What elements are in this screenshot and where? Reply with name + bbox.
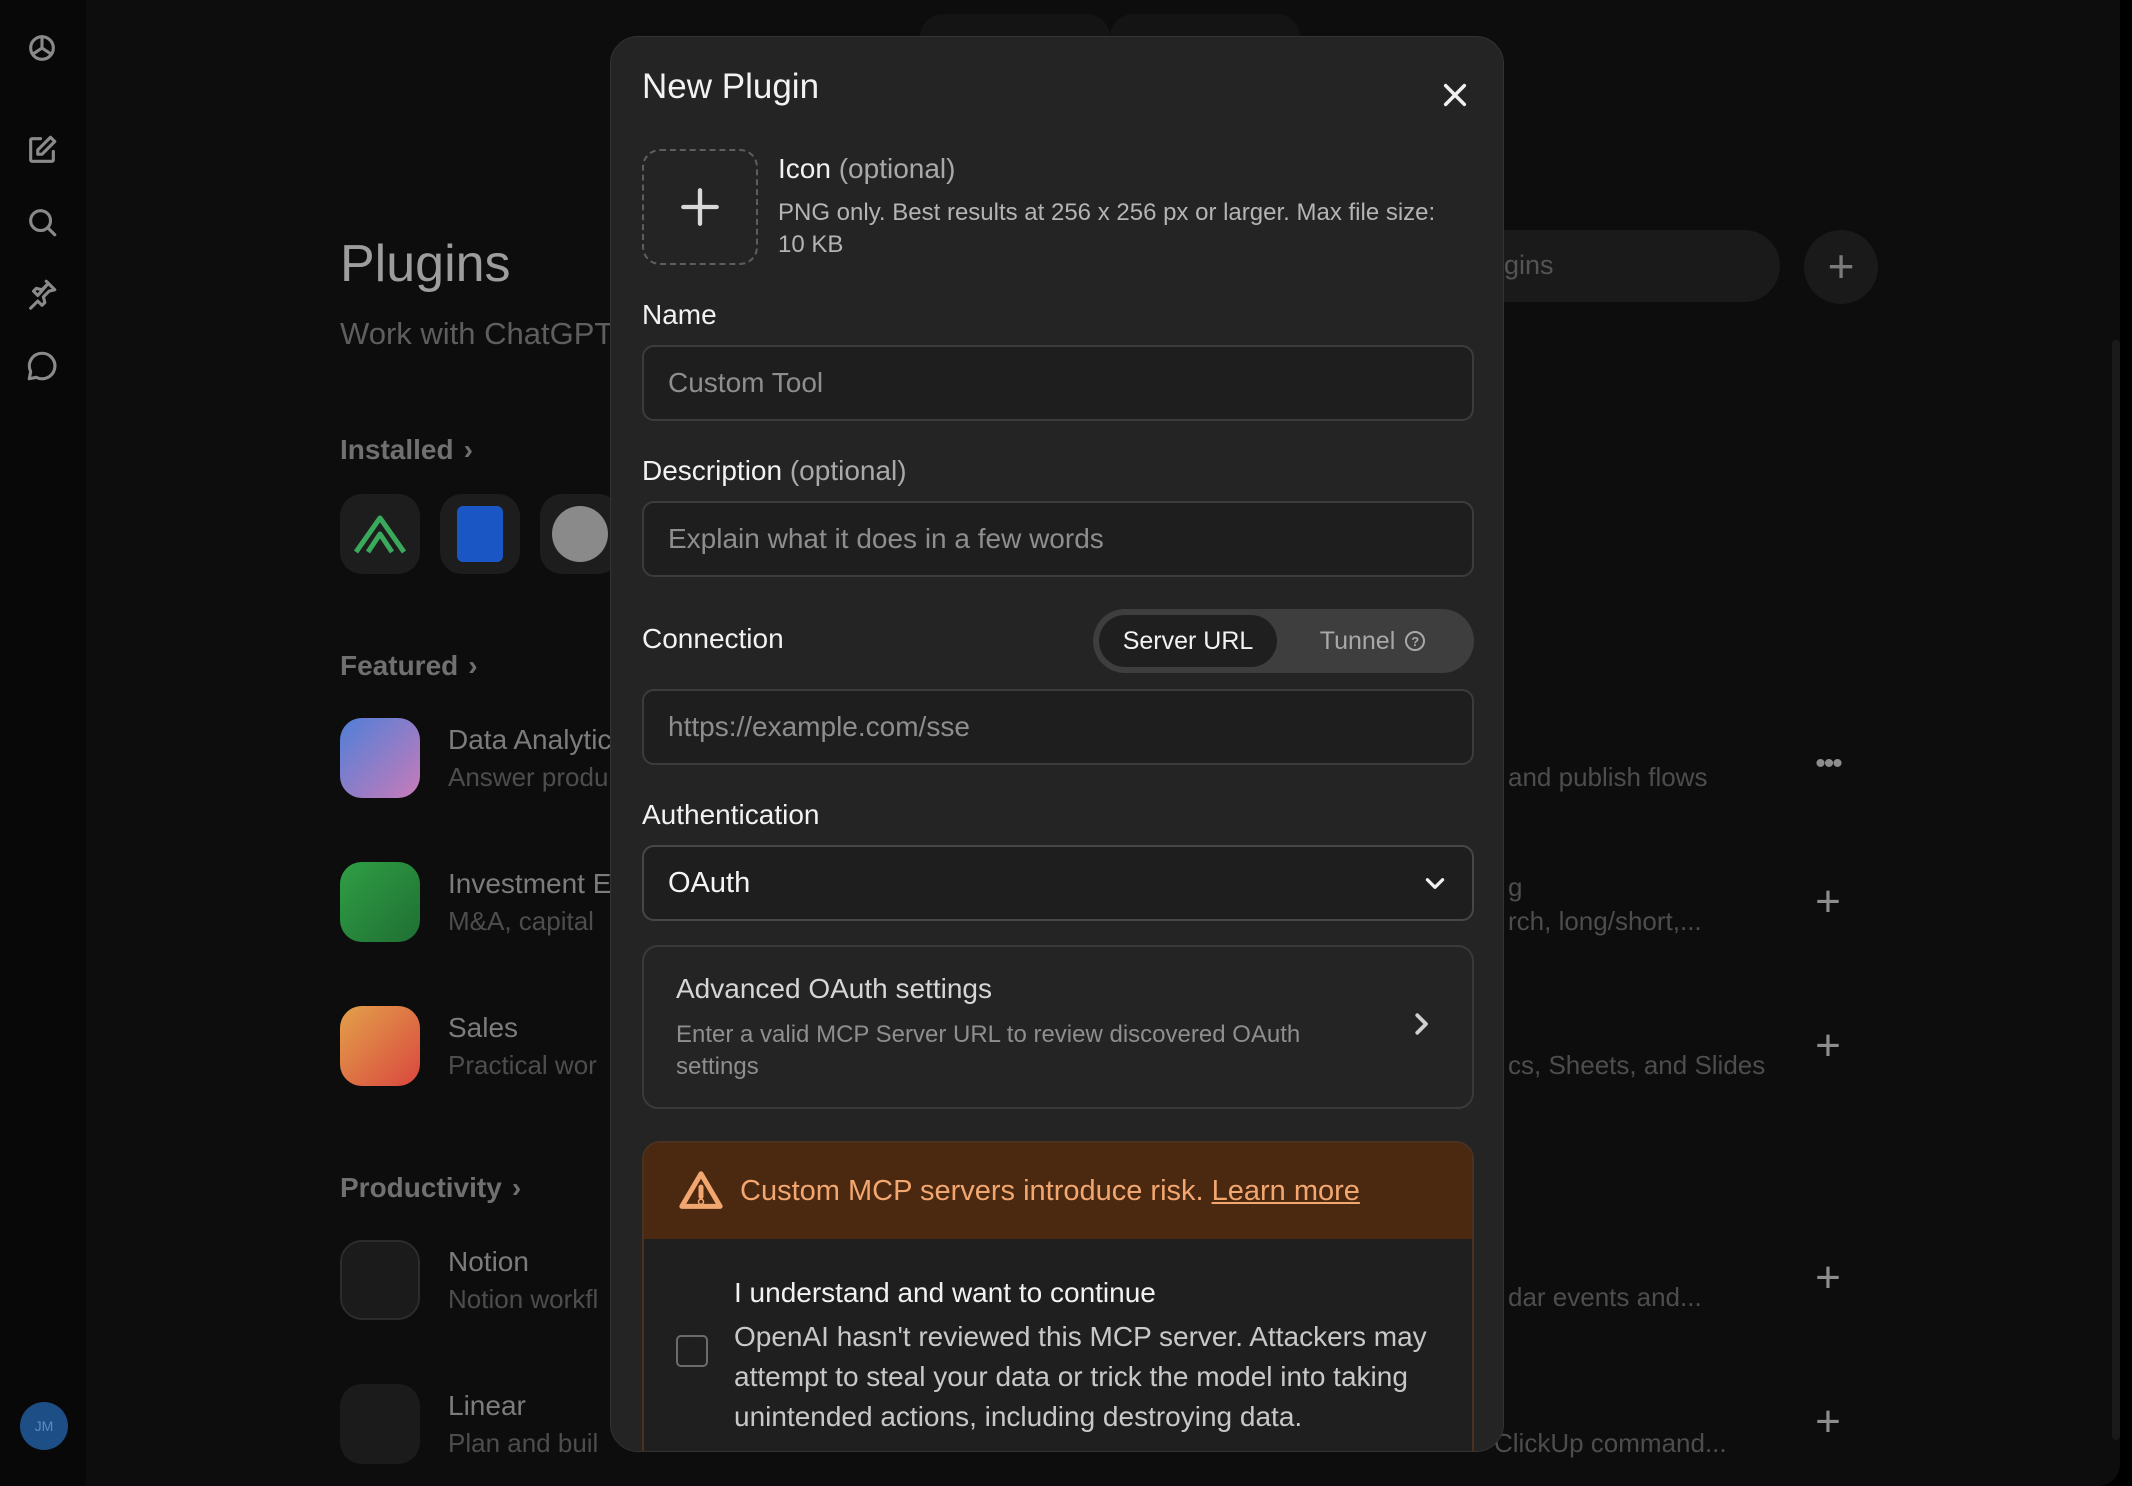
data-analytics-icon[interactable] [340,718,420,798]
list-item-title: Sales [448,1012,519,1043]
tunnel-option[interactable]: Tunnel ? [1277,615,1468,667]
chevron-down-icon [1425,878,1445,889]
list-item-title: Notion [448,1246,529,1277]
scrollbar[interactable] [2112,340,2120,1440]
risk-banner: Custom MCP servers introduce risk. Learn… [644,1143,1472,1239]
search-input[interactable]: gins [1460,230,1780,302]
learn-more-link[interactable]: Learn more [1212,1175,1360,1208]
list-item-desc: ClickUp command... [1494,1428,1727,1458]
chat-bubble-icon[interactable] [22,346,62,386]
help-icon[interactable]: ? [1405,631,1426,651]
more-options-button[interactable]: ••• [1808,744,1848,784]
add-plugin-row-button[interactable]: + [1808,880,1848,924]
new-plugin-dialog: New Plugin Icon (optional) PNG only. Bes… [610,36,1504,1452]
tunnel-option-label: Tunnel [1319,626,1396,655]
consent-row[interactable]: I understand and want to continue OpenAI… [644,1239,1472,1451]
docs-icon[interactable] [440,494,520,574]
advanced-oauth-settings[interactable]: Advanced OAuth settings Enter a valid MC… [642,945,1474,1109]
chevron-right-icon: › [468,650,478,681]
search-icon[interactable] [22,202,62,242]
section-featured[interactable]: Featured › [340,650,478,682]
avatar[interactable]: JM [20,1402,68,1450]
new-chat-icon[interactable] [22,130,62,170]
handshake-icon[interactable] [340,1006,420,1086]
description-label: Description (optional) [642,455,907,487]
list-item-title: Linear [448,1390,526,1421]
close-button[interactable] [1433,73,1477,117]
description-input[interactable] [642,501,1474,577]
icon-upload-button[interactable] [642,149,758,265]
add-plugin-button[interactable]: + [1804,230,1878,304]
linear-icon[interactable] [340,1384,420,1464]
consent-checkbox[interactable] [676,1335,708,1367]
dialog-title: New Plugin [642,67,820,106]
list-item-desc: Practical wor [448,1050,597,1080]
list-item-desc: Answer produ [448,762,609,792]
name-label: Name [642,299,717,330]
authentication-value: OAuth [668,866,751,899]
plugin-logo-icon[interactable] [340,494,420,574]
consent-title: I understand and want to continue [734,1277,1156,1308]
plus-icon [681,188,719,226]
list-item-desc: Plan and buil [448,1428,599,1458]
list-item-desc: cs, Sheets, and Slides [1508,1050,1766,1080]
pin-icon[interactable] [22,274,62,314]
server-url-option[interactable]: Server URL [1099,615,1277,667]
section-productivity[interactable]: Productivity › [340,1172,521,1204]
consent-body: OpenAI hasn't reviewed this MCP server. … [734,1321,1427,1432]
optional-tag: (optional) [838,153,956,184]
risk-text: Custom MCP servers introduce risk. [740,1174,1204,1207]
risk-warning: Custom MCP servers introduce risk. Learn… [642,1141,1474,1451]
bank-icon[interactable] [340,862,420,942]
optional-tag: (optional) [789,455,907,486]
list-item-desc: rch, long/short,... [1508,906,1702,936]
chevron-right-icon [1406,1009,1436,1039]
connection-label: Connection [642,623,784,654]
section-installed[interactable]: Installed › [340,434,473,466]
github-icon[interactable] [540,494,620,574]
add-plugin-row-button[interactable]: + [1808,1024,1848,1068]
advanced-desc: Enter a valid MCP Server URL to review d… [676,1021,1301,1080]
list-item-desc: M&A, capital [448,906,594,936]
add-plugin-row-button[interactable]: + [1808,1400,1848,1444]
page-title: Plugins [340,235,511,293]
add-plugin-row-button[interactable]: + [1808,1256,1848,1300]
name-input[interactable] [642,345,1474,421]
authentication-label: Authentication [642,799,820,830]
notion-icon[interactable] [340,1240,420,1320]
icon-help-text: PNG only. Best results at 256 x 256 px o… [778,199,1436,258]
list-item-desc: dar events and... [1508,1282,1702,1312]
openai-logo-icon[interactable] [22,28,62,68]
description-label-text: Description [642,455,783,486]
chevron-right-icon: › [463,434,473,465]
list-item-title: Data Analytic [448,724,612,755]
list-item-title: g [1508,872,1523,902]
authentication-select[interactable]: OAuth [642,845,1474,921]
icon-label-text: Icon [778,153,831,184]
list-item-desc: and publish flows [1508,762,1708,792]
chevron-right-icon: › [511,1172,522,1203]
connection-toggle: Server URL Tunnel ? [1093,609,1474,673]
list-item-title: Investment E [448,868,612,899]
page-subtitle: Work with ChatGPT [340,316,614,351]
left-rail: JM [0,0,86,1486]
list-item-desc: Notion workfl [448,1284,599,1314]
warning-icon [679,1171,723,1209]
server-url-input[interactable] [642,689,1474,765]
close-icon [1443,83,1467,107]
advanced-title: Advanced OAuth settings [676,973,992,1004]
icon-label: Icon (optional) [778,153,955,185]
